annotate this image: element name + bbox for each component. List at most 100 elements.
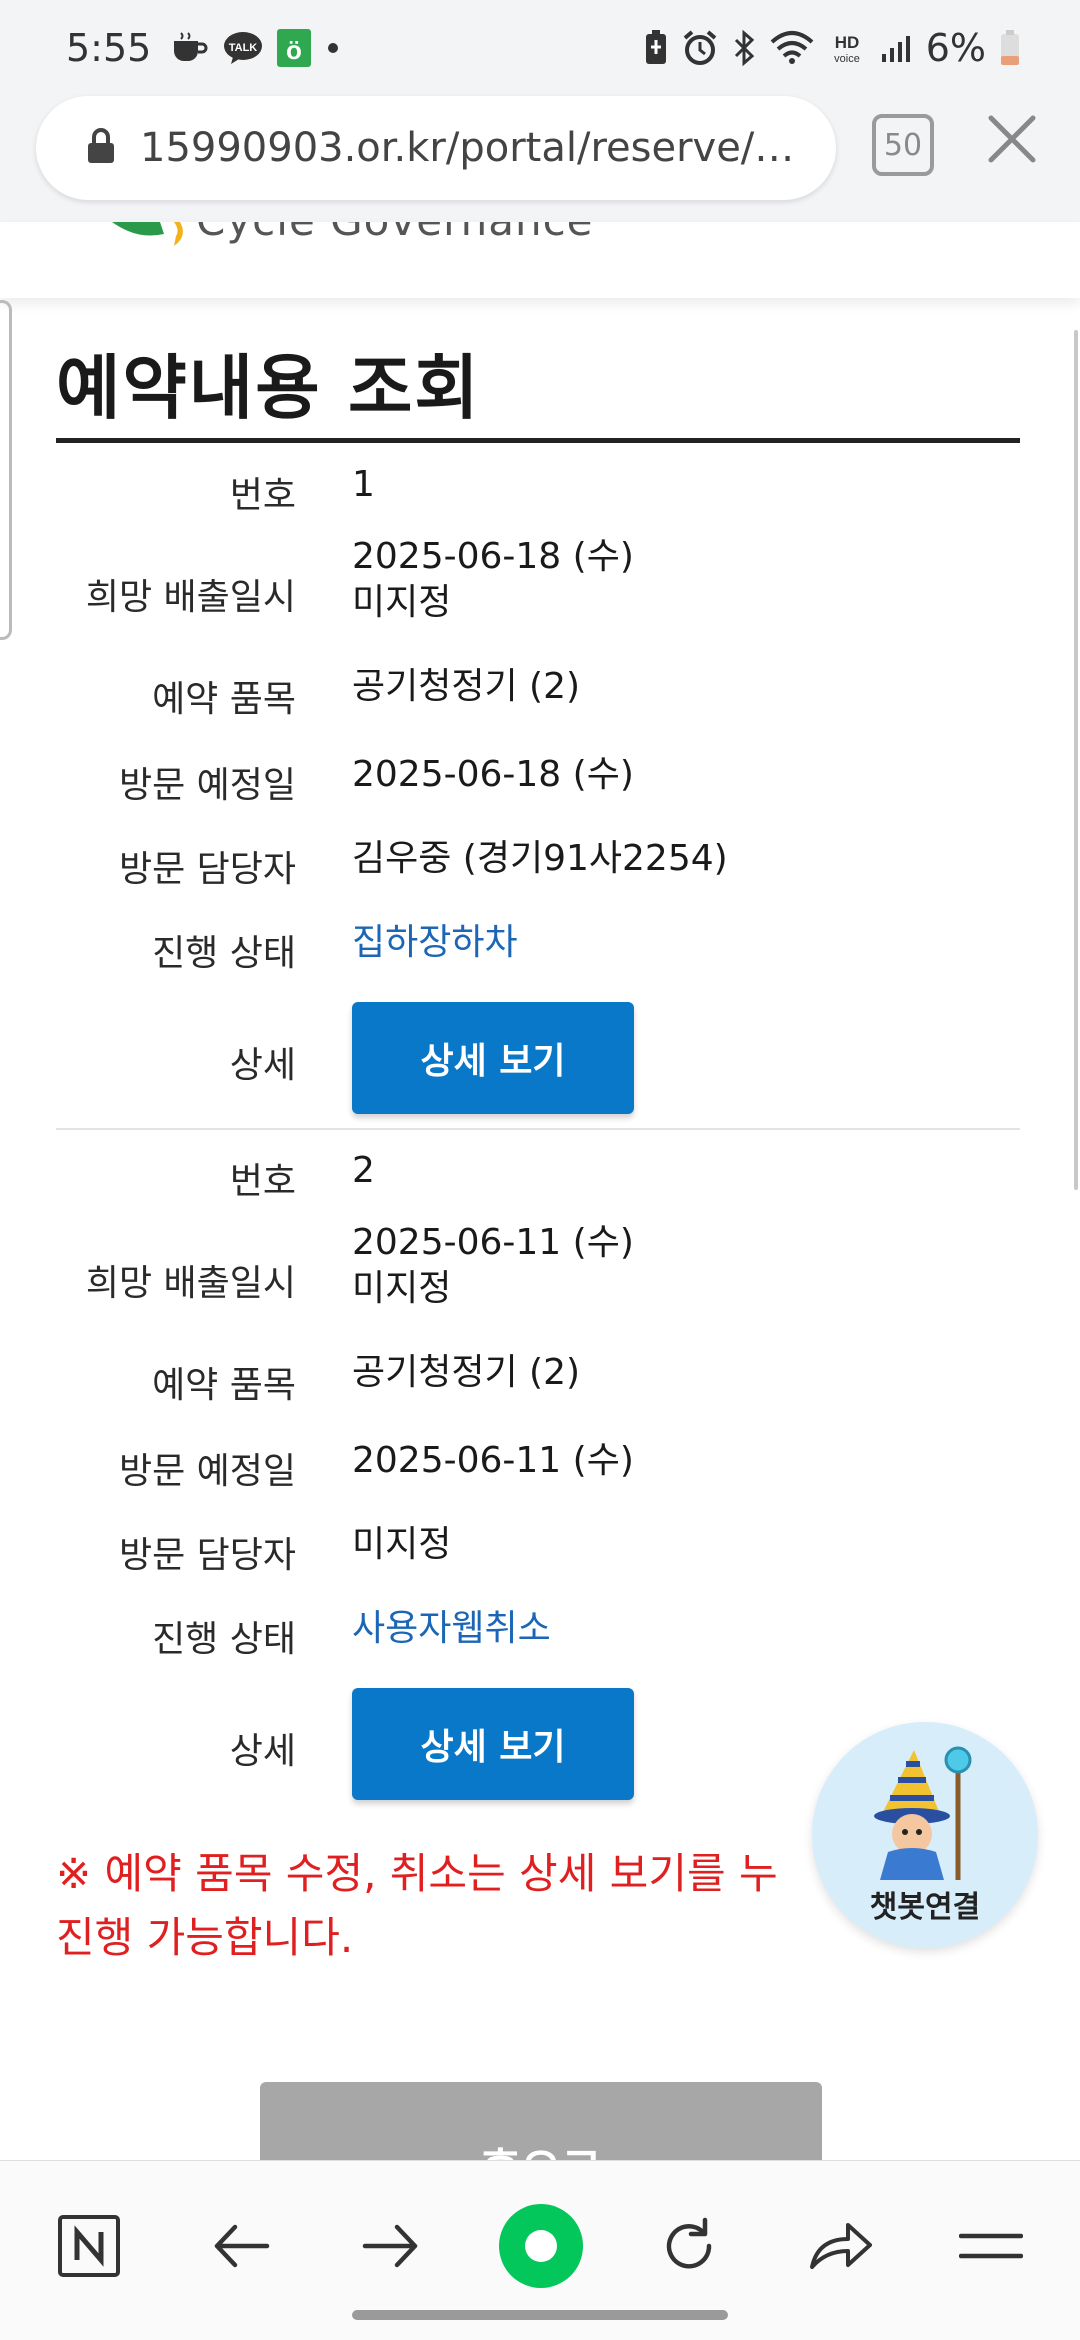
field-label: 상세: [229, 1731, 296, 1772]
detail-view-label: 상세 보기: [420, 1727, 566, 1768]
field-label: 희망 배출일시: [85, 1263, 296, 1304]
forward-button[interactable]: [346, 2201, 436, 2291]
system-icons: HD voice 6%: [644, 26, 1020, 70]
address-bar[interactable]: 15990903.or.kr/portal/reserve/se…: [36, 96, 836, 200]
battery-saver-icon: [644, 30, 668, 66]
green-home-button[interactable]: [494, 2199, 588, 2293]
lock-icon: [86, 127, 116, 169]
naver-home-button[interactable]: [44, 2201, 134, 2291]
close-icon[interactable]: [985, 112, 1039, 166]
green-circle-icon: [499, 2204, 583, 2288]
refresh-button[interactable]: [644, 2201, 734, 2291]
share-button[interactable]: [796, 2201, 886, 2291]
battery-icon: [1000, 30, 1020, 66]
menu-icon: [959, 2233, 1023, 2259]
field-label: 번호: [229, 1161, 296, 1202]
chatbot-label: 챗봇연결: [869, 1890, 981, 1925]
field-visit-date: 방문 예정일 2025-06-18 (수): [56, 754, 1020, 808]
signal-icon: [880, 32, 912, 64]
forward-arrow-icon: [362, 2224, 418, 2268]
field-value: 2025-06-11 (수) 미지정: [352, 1220, 634, 1312]
coffee-icon: [171, 31, 209, 65]
site-header: Cycle Governance: [0, 222, 1080, 298]
date-value: 2025-06-18 (수): [352, 536, 634, 577]
field-value: 2025-06-18 (수): [352, 754, 634, 795]
chatbot-button[interactable]: 챗봇연결: [812, 1722, 1038, 1948]
svg-text:ö: ö: [286, 35, 302, 65]
status-link[interactable]: 집하장하차: [352, 920, 518, 966]
title-divider: [56, 438, 1020, 443]
field-label: 방문 예정일: [118, 1451, 296, 1492]
field-discharge-date: 희망 배출일시 2025-06-18 (수) 미지정: [56, 536, 1020, 623]
gesture-bar[interactable]: [352, 2310, 728, 2320]
field-label: 예약 품목: [152, 1365, 296, 1406]
field-label: 예약 품목: [152, 679, 296, 720]
refresh-icon: [666, 2217, 712, 2269]
notice-line-2: 진행 가능합니다.: [56, 1913, 354, 1962]
menu-button[interactable]: [946, 2201, 1036, 2291]
field-value: 2: [352, 1150, 375, 1191]
hd-voice-icon: HD voice: [828, 30, 866, 66]
field-label: 상세: [229, 1045, 296, 1086]
record-divider: [56, 1128, 1020, 1130]
svg-text:HD: HD: [834, 33, 859, 52]
green-app-icon: ö: [277, 29, 312, 67]
logo-mark-icon: [112, 222, 183, 246]
share-icon: [810, 2223, 872, 2269]
notification-icons: TALK ö: [171, 29, 341, 67]
back-button[interactable]: [196, 2201, 286, 2291]
page-title: 예약내용 조회: [56, 347, 481, 429]
field-status: 진행 상태 사용자웹취소: [56, 1608, 1020, 1662]
browser-toolbar: 15990903.or.kr/portal/reserve/se… 50: [0, 96, 1080, 222]
wifi-icon: [770, 30, 814, 66]
field-value: 2025-06-18 (수) 미지정: [352, 534, 634, 626]
detail-view-button[interactable]: 상세 보기: [352, 1688, 634, 1800]
field-value: 1: [352, 464, 375, 505]
field-label: 진행 상태: [152, 933, 296, 974]
field-value: 2025-06-11 (수): [352, 1440, 634, 1481]
notice-text: ※ 예약 품목 수정, 취소는 상세 보기를 누 진행 가능합니다.: [56, 1842, 836, 1970]
field-number: 번호 2: [56, 1150, 1020, 1204]
field-status: 진행 상태 집하장하차: [56, 922, 1020, 976]
side-drawer-handle[interactable]: [0, 300, 12, 640]
field-number: 번호 1: [56, 464, 1020, 518]
svg-text:voice: voice: [834, 53, 860, 65]
url-text: 15990903.or.kr/portal/reserve/se…: [140, 125, 806, 171]
kakaotalk-icon: TALK: [223, 31, 263, 65]
field-label: 번호: [229, 475, 296, 516]
detail-view-label: 상세 보기: [420, 1041, 566, 1082]
alarm-icon: [682, 30, 718, 66]
time-value: 미지정: [352, 582, 452, 623]
field-value: 미지정: [352, 1524, 452, 1565]
field-visit-staff: 방문 담당자 김우중 (경기91사2254): [56, 838, 1020, 892]
status-link[interactable]: 사용자웹취소: [352, 1606, 551, 1652]
field-visit-date: 방문 예정일 2025-06-11 (수): [56, 1440, 1020, 1494]
svg-text:TALK: TALK: [229, 42, 258, 54]
field-visit-staff: 방문 담당자 미지정: [56, 1524, 1020, 1578]
field-item: 예약 품목 공기청정기 (2): [56, 1352, 1020, 1408]
logo-text: Cycle Governance: [196, 222, 594, 245]
dot-icon: [325, 40, 341, 56]
tabs-count-button[interactable]: 50: [872, 114, 934, 176]
field-label: 희망 배출일시: [85, 577, 296, 618]
time-value: 미지정: [352, 1268, 452, 1309]
bluetooth-icon: [732, 30, 756, 66]
field-label: 진행 상태: [152, 1619, 296, 1660]
field-label: 방문 담당자: [118, 1535, 296, 1576]
field-value: 공기청정기 (2): [352, 666, 581, 707]
tab-count: 50: [883, 127, 923, 163]
field-value: 공기청정기 (2): [352, 1352, 581, 1393]
field-label: 방문 예정일: [118, 765, 296, 806]
date-value: 2025-06-11 (수): [352, 1222, 634, 1263]
field-item: 예약 품목 공기청정기 (2): [56, 666, 1020, 722]
status-bar: 5:55 TALK ö HD voice 6%: [0, 0, 1080, 96]
status-time: 5:55: [66, 26, 152, 70]
back-arrow-icon: [214, 2224, 270, 2268]
naver-n-icon: [58, 2215, 120, 2277]
field-discharge-date: 희망 배출일시 2025-06-11 (수) 미지정: [56, 1222, 1020, 1309]
scrollbar[interactable]: [1074, 330, 1078, 1190]
detail-view-button[interactable]: 상세 보기: [352, 1002, 634, 1114]
field-value: 김우중 (경기91사2254): [352, 838, 728, 879]
notice-line-1: ※ 예약 품목 수정, 취소는 상세 보기를 누: [56, 1849, 778, 1898]
battery-percent: 6%: [925, 26, 986, 70]
